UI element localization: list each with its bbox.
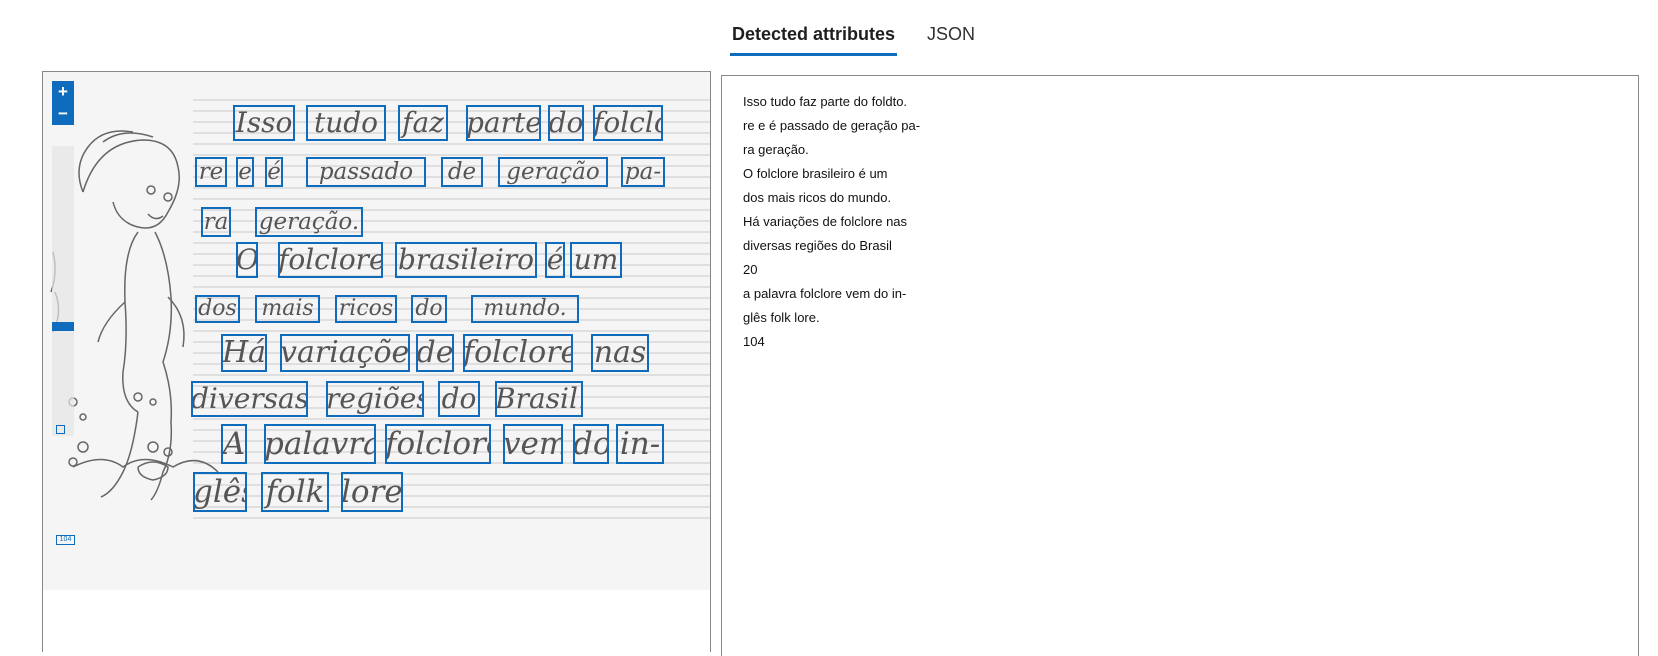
word-bounding-box[interactable] — [570, 242, 622, 278]
word-bounding-box[interactable] — [548, 105, 584, 141]
word-bounding-box[interactable] — [195, 157, 227, 187]
detected-line: diversas regiões do Brasil — [743, 238, 892, 253]
word-bounding-box[interactable] — [416, 334, 454, 372]
word-bounding-box[interactable] — [466, 105, 541, 141]
word-bounding-box[interactable] — [341, 472, 403, 512]
word-bounding-box[interactable] — [441, 157, 483, 187]
word-bounding-box[interactable] — [438, 381, 480, 417]
word-bounding-box[interactable] — [264, 424, 376, 464]
tab-detected-attributes[interactable]: Detected attributes — [730, 20, 898, 56]
word-bounding-box[interactable] — [335, 295, 397, 323]
detected-line: Há variações de folclore nas — [743, 214, 908, 229]
word-bounding-box[interactable] — [616, 424, 664, 464]
detected-mark-box[interactable] — [56, 425, 65, 434]
zoom-slider-track[interactable] — [52, 146, 74, 436]
detected-line: 104 — [743, 334, 765, 349]
word-bounding-box[interactable] — [306, 105, 386, 141]
page-number-box[interactable]: 104 — [56, 535, 75, 545]
detected-text-panel: Isso tudo faz parte do foldto. re e é pas… — [721, 75, 1639, 656]
word-bounding-box[interactable] — [280, 334, 410, 372]
detected-line: ra geração. — [743, 142, 809, 157]
word-bounding-box[interactable] — [221, 334, 267, 372]
image-viewer: + − 104 Issotudofazpartedofolclo-reeépas… — [42, 71, 711, 652]
word-bounding-box[interactable] — [195, 295, 240, 323]
zoom-out-button[interactable]: − — [52, 103, 74, 125]
detected-line: glês folk lore. — [743, 310, 820, 325]
detected-line: Isso tudo faz parte do foldto. — [743, 94, 908, 109]
word-bounding-box[interactable] — [278, 242, 383, 278]
detected-text-lines: Isso tudo faz parte do foldto. re e é pas… — [743, 90, 920, 354]
word-bounding-box[interactable] — [236, 242, 258, 278]
word-bounding-box[interactable] — [545, 242, 565, 278]
word-bounding-box[interactable] — [191, 381, 308, 417]
document-image — [43, 72, 710, 590]
detected-line: re e é passado de geração pa- — [743, 118, 921, 133]
word-bounding-box[interactable] — [398, 105, 448, 141]
word-bounding-box[interactable] — [385, 424, 491, 464]
word-bounding-box[interactable] — [201, 207, 231, 237]
word-bounding-box[interactable] — [261, 472, 329, 512]
word-bounding-box[interactable] — [463, 334, 573, 372]
word-bounding-box[interactable] — [593, 105, 663, 141]
word-bounding-box[interactable] — [503, 424, 563, 464]
detected-line: a palavra folclore vem do in- — [743, 286, 907, 301]
zoom-slider-thumb[interactable] — [52, 322, 74, 331]
detected-line: 20 — [743, 262, 758, 277]
word-bounding-box[interactable] — [573, 424, 609, 464]
word-bounding-box[interactable] — [221, 424, 247, 464]
word-bounding-box[interactable] — [471, 295, 579, 323]
word-bounding-box[interactable] — [306, 157, 426, 187]
word-bounding-box[interactable] — [498, 157, 608, 187]
word-bounding-box[interactable] — [255, 295, 320, 323]
word-bounding-box[interactable] — [395, 242, 537, 278]
word-bounding-box[interactable] — [193, 472, 247, 512]
result-tabs: Detected attributes JSON — [730, 20, 1005, 56]
word-bounding-box[interactable] — [495, 381, 583, 417]
word-bounding-box[interactable] — [233, 105, 295, 141]
detected-line: dos mais ricos do mundo. — [743, 190, 892, 205]
word-bounding-box[interactable] — [265, 157, 283, 187]
word-bounding-box[interactable] — [255, 207, 363, 237]
word-bounding-box[interactable] — [411, 295, 447, 323]
word-bounding-box[interactable] — [236, 157, 254, 187]
detected-line: O folclore brasileiro é um — [743, 166, 888, 181]
zoom-in-button[interactable]: + — [52, 81, 74, 103]
word-bounding-box[interactable] — [591, 334, 649, 372]
word-bounding-box[interactable] — [326, 381, 424, 417]
word-bounding-box[interactable] — [621, 157, 665, 187]
tab-json[interactable]: JSON — [925, 20, 977, 56]
